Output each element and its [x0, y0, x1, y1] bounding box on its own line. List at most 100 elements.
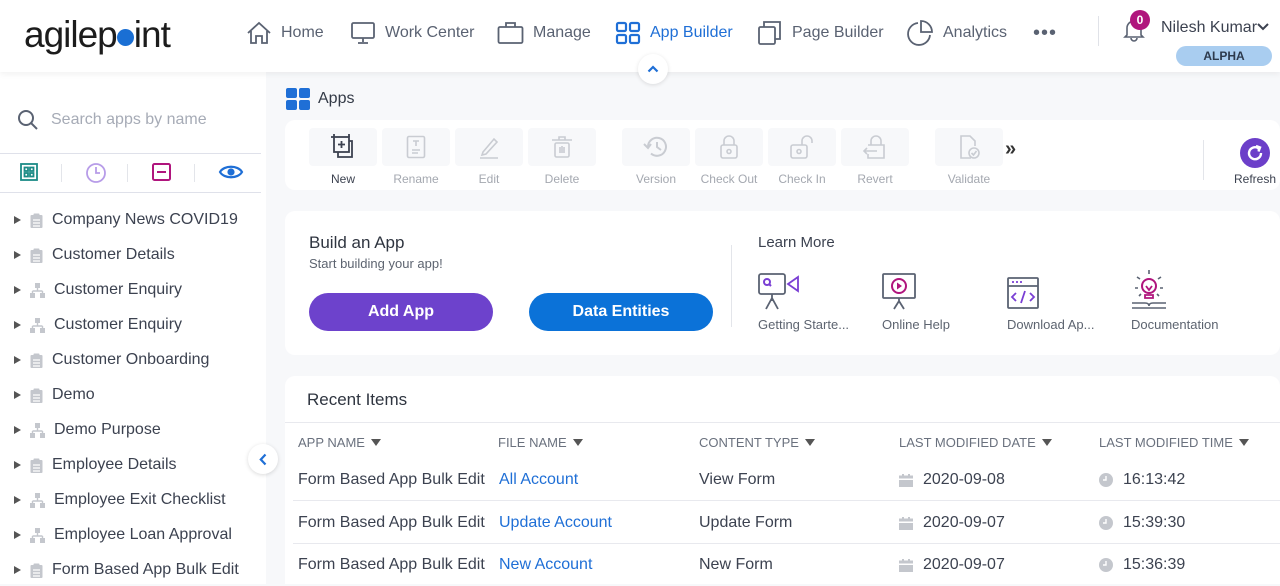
tree-item[interactable]: Demo Purpose — [14, 418, 161, 442]
column-header-label: LAST MODIFIED TIME — [1099, 435, 1233, 450]
version-button[interactable]: Version — [622, 128, 690, 186]
nav-app-builder[interactable]: App Builder — [615, 18, 733, 48]
search-box — [16, 108, 251, 132]
divider — [0, 192, 261, 193]
logo-text-suffix: int — [133, 14, 171, 55]
revert-button[interactable]: Revert — [841, 128, 909, 186]
process-app-icon — [30, 422, 45, 438]
agilepoint-logo[interactable]: agilep int — [24, 14, 171, 56]
cell-app-name: Form Based App Bulk Edit — [298, 556, 485, 573]
date-text: 2020-09-08 — [923, 471, 1005, 488]
form-app-icon — [30, 353, 43, 368]
validate-button[interactable]: Validate — [935, 128, 1003, 186]
nav-home[interactable]: Home — [246, 18, 324, 48]
table-row[interactable]: Form Based App Bulk Edit New Account New… — [293, 544, 1280, 586]
column-header-content-type[interactable]: CONTENT TYPE — [699, 435, 815, 450]
refresh-button[interactable]: Refresh — [1225, 138, 1280, 186]
add-app-button[interactable]: Add App — [309, 293, 493, 331]
tree-item[interactable]: Employee Loan Approval — [14, 523, 232, 547]
toolbar-more-button[interactable]: » — [1005, 138, 1016, 161]
table-row[interactable]: Form Based App Bulk Edit All Account Vie… — [293, 459, 1280, 501]
nav-manage[interactable]: Manage — [497, 18, 591, 48]
tree-item[interactable]: Form Based App Bulk Edit — [14, 558, 239, 582]
apps-grid-icon — [286, 88, 310, 110]
expand-arrow-icon[interactable] — [14, 391, 21, 399]
cell-file-name-link[interactable]: New Account — [499, 544, 592, 586]
recent-filter-icon[interactable] — [85, 162, 107, 184]
view-filter-icon[interactable] — [218, 162, 244, 182]
expand-arrow-icon[interactable] — [14, 251, 21, 259]
user-name[interactable]: Nilesh Kumar — [1161, 19, 1257, 37]
calendar-icon — [899, 558, 913, 572]
revert-lock-icon — [863, 135, 885, 159]
cell-file-name-link[interactable]: All Account — [499, 459, 578, 501]
pages-icon — [758, 21, 781, 45]
expand-arrow-icon[interactable] — [14, 286, 21, 294]
column-header-last-modified-date[interactable]: LAST MODIFIED DATE — [899, 435, 1052, 450]
search-input[interactable] — [51, 111, 251, 129]
column-header-last-modified-time[interactable]: LAST MODIFIED TIME — [1099, 435, 1249, 450]
learn-more-label: Download Ap... — [1007, 317, 1095, 332]
tree-item-label: Customer Onboarding — [52, 351, 210, 368]
nav-work-center[interactable]: Work Center — [350, 18, 475, 48]
cell-time: 16:13:42 — [1099, 459, 1185, 501]
expand-arrow-icon[interactable] — [14, 531, 21, 539]
collapse-sidebar-button[interactable] — [248, 444, 278, 474]
new-button[interactable]: New — [309, 128, 377, 186]
column-header-label: FILE NAME — [498, 435, 567, 450]
calendar-icon — [899, 473, 913, 487]
cell-file-name-link[interactable]: Update Account — [499, 502, 612, 544]
nav-more-button[interactable]: ••• — [1033, 22, 1057, 45]
expand-arrow-icon[interactable] — [14, 496, 21, 504]
column-header-file-name[interactable]: FILE NAME — [498, 435, 583, 450]
play-presentation-icon — [882, 273, 916, 310]
nav-page-builder[interactable]: Page Builder — [757, 18, 884, 48]
table-row[interactable]: Form Based App Bulk Edit Update Account … — [293, 502, 1280, 544]
learn-more-download-api[interactable]: Download Ap... — [1007, 269, 1094, 332]
tree-item[interactable]: Customer Details — [14, 243, 175, 267]
checked-out-filter-icon[interactable] — [151, 162, 172, 182]
tree-item[interactable]: Company News COVID19 — [14, 208, 238, 232]
check-out-button-label: Check Out — [700, 172, 758, 186]
rename-button[interactable]: Rename — [382, 128, 450, 186]
edit-button[interactable]: Edit — [455, 128, 523, 186]
build-card-title: Build an App — [309, 233, 405, 252]
delete-button[interactable]: Delete — [528, 128, 596, 186]
check-in-button[interactable]: Check In — [768, 128, 836, 186]
time-text: 16:13:42 — [1123, 471, 1186, 488]
learn-more-documentation[interactable]: Documentation — [1131, 269, 1218, 332]
tree-item[interactable]: Employee Details — [14, 453, 177, 477]
expand-arrow-icon[interactable] — [14, 321, 21, 329]
learn-more-online-help[interactable]: Online Help — [882, 269, 950, 332]
tree-item-label: Customer Enquiry — [54, 281, 183, 298]
cell-app-name: Form Based App Bulk Edit — [298, 514, 485, 531]
nav-analytics[interactable]: Analytics — [906, 18, 1007, 48]
column-header-app-name[interactable]: APP NAME — [298, 435, 381, 450]
collapse-header-button[interactable] — [638, 54, 668, 84]
delete-button-label: Delete — [544, 172, 580, 186]
expand-arrow-icon[interactable] — [14, 356, 21, 364]
sort-down-icon — [804, 439, 815, 446]
tree-item[interactable]: Customer Enquiry — [14, 278, 182, 302]
tree-item[interactable]: Employee Exit Checklist — [14, 488, 226, 512]
tree-item[interactable]: Customer Onboarding — [14, 348, 209, 372]
expand-arrow-icon[interactable] — [14, 216, 21, 224]
recent-items-panel: Recent Items APP NAME FILE NAME CONTENT … — [285, 376, 1280, 584]
time-text: 15:39:30 — [1123, 514, 1186, 531]
tree-item[interactable]: Customer Enquiry — [14, 313, 182, 337]
learn-more-getting-started[interactable]: Getting Starte... — [758, 269, 849, 332]
expand-arrow-icon[interactable] — [14, 461, 21, 469]
validate-doc-icon — [960, 135, 980, 159]
tree-item-label: Employee Loan Approval — [54, 526, 232, 543]
logo-dot — [116, 29, 134, 46]
cell-app-name: Form Based App Bulk Edit — [298, 471, 485, 488]
learn-more-label: Getting Starte... — [758, 317, 850, 332]
chevron-down-icon[interactable] — [1256, 22, 1270, 32]
check-out-button[interactable]: Check Out — [695, 128, 763, 186]
apps-filter-icon[interactable] — [19, 162, 39, 182]
tree-item[interactable]: Demo — [14, 383, 95, 407]
expand-arrow-icon[interactable] — [14, 426, 21, 434]
data-entities-button[interactable]: Data Entities — [529, 293, 713, 331]
expand-arrow-icon[interactable] — [14, 566, 21, 574]
form-app-icon — [30, 213, 43, 228]
